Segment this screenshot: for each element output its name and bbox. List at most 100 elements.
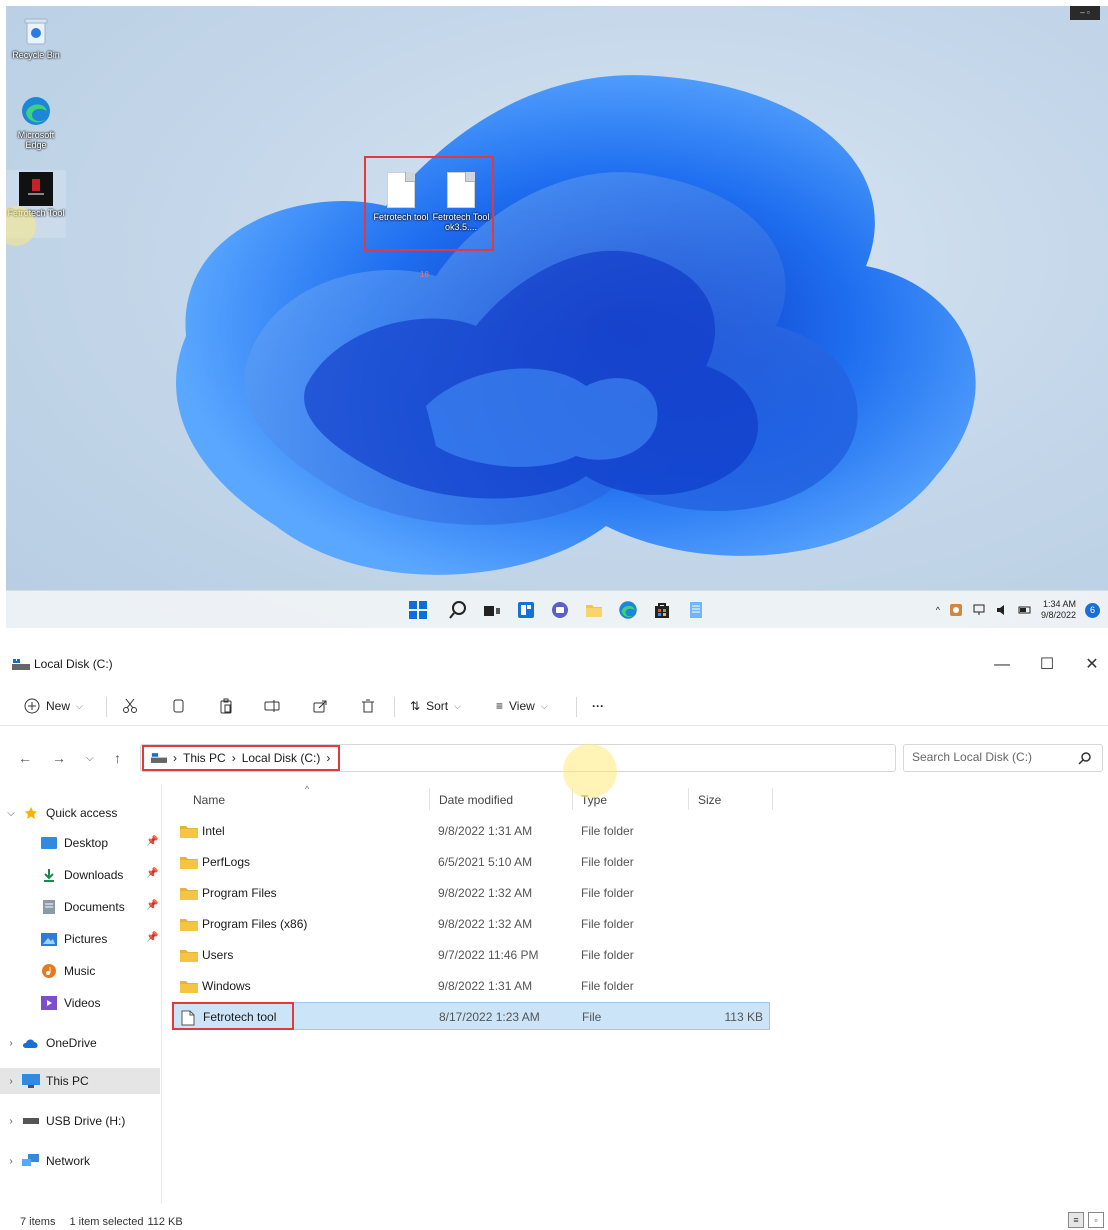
breadcrumb-this-pc[interactable]: This PC: [183, 751, 226, 765]
sidebar-item-pictures[interactable]: Pictures 📌: [0, 926, 160, 952]
search-icon[interactable]: [1078, 751, 1092, 765]
notepad-button[interactable]: [684, 598, 708, 622]
fetrotech-app-icon: [19, 172, 53, 206]
column-divider[interactable]: [688, 788, 689, 810]
chevron-right-icon[interactable]: ›: [0, 1038, 22, 1049]
minimize-button[interactable]: —: [982, 652, 1022, 678]
file-name: Intel: [202, 824, 225, 838]
cut-button[interactable]: [122, 694, 138, 718]
desktop-icon-label: Recycle Bin: [12, 50, 60, 60]
search-icon: [449, 601, 466, 619]
paste-button[interactable]: [218, 694, 234, 718]
taskbar-search-button[interactable]: [446, 598, 470, 622]
column-header-date-modified[interactable]: Date modified: [439, 793, 513, 807]
file-name: Program Files: [202, 886, 277, 900]
file-date: 9/8/2022 1:32 AM: [438, 886, 533, 900]
scissors-icon: [123, 698, 137, 713]
table-row[interactable]: Program Files (x86) 9/8/2022 1:32 AM Fil…: [172, 910, 770, 938]
sidebar-item-videos[interactable]: Videos: [0, 990, 160, 1016]
sidebar-item-label: USB Drive (H:): [46, 1114, 126, 1128]
forward-arrow-icon[interactable]: →: [52, 750, 66, 766]
sidebar-item-label: Pictures: [64, 932, 108, 946]
store-button[interactable]: [650, 598, 674, 622]
delete-button[interactable]: [360, 694, 376, 718]
task-view-button[interactable]: [480, 598, 504, 622]
file-type: File: [582, 1010, 602, 1024]
new-button[interactable]: New ⌵: [24, 694, 83, 718]
sidebar-item-onedrive[interactable]: › OneDrive: [0, 1030, 160, 1056]
up-arrow-icon[interactable]: ↑: [114, 750, 121, 766]
taskbar-clock[interactable]: 1:34 AM 9/8/2022: [1041, 599, 1076, 621]
column-header-name[interactable]: Name: [193, 793, 225, 807]
annotation-highlight-box: [364, 156, 494, 251]
sidebar-item-music[interactable]: Music: [0, 958, 160, 984]
pin-icon[interactable]: 📌: [146, 868, 158, 879]
desktop-icon-recycle-bin[interactable]: Recycle Bin: [6, 14, 66, 60]
chevron-down-icon: ⌵: [540, 700, 548, 711]
sidebar-item-network[interactable]: › Network: [0, 1148, 160, 1174]
rename-button[interactable]: [264, 694, 280, 718]
sidebar-item-documents[interactable]: Documents 📌: [0, 894, 160, 920]
close-button[interactable]: ✕: [1072, 652, 1108, 678]
table-row[interactable]: Users 9/7/2022 11:46 PM File folder: [172, 941, 770, 969]
chevron-down-icon[interactable]: ⌵: [0, 808, 22, 819]
command-bar: New ⌵ ⇅ Sort ⌵ ≡ View ⌵ ···: [0, 686, 1108, 726]
picture-icon: [40, 931, 58, 947]
column-header-size[interactable]: Size: [698, 793, 721, 807]
view-button[interactable]: ≡ View ⌵: [496, 694, 548, 718]
breadcrumb-separator[interactable]: ›: [326, 751, 330, 765]
table-row[interactable]: Windows 9/8/2022 1:31 AM File folder: [172, 972, 770, 1000]
sidebar-item-quick-access[interactable]: ⌵ Quick access: [0, 800, 160, 826]
table-row[interactable]: PerfLogs 6/5/2021 5:10 AM File folder: [172, 848, 770, 876]
battery-icon[interactable]: [1018, 603, 1032, 617]
network-icon[interactable]: [972, 603, 986, 617]
star-icon: [22, 805, 40, 821]
chevron-down-icon: ⌵: [454, 700, 461, 711]
copy-button[interactable]: [170, 694, 186, 718]
sort-button[interactable]: ⇅ Sort ⌵: [410, 694, 461, 718]
table-row[interactable]: Intel 9/8/2022 1:31 AM File folder: [172, 817, 770, 845]
usb-drive-icon: [22, 1113, 40, 1129]
pin-icon[interactable]: 📌: [146, 900, 158, 911]
chevron-right-icon[interactable]: ›: [0, 1156, 22, 1167]
title-bar[interactable]: Local Disk (C:) — ☐ ✕: [0, 646, 1108, 682]
edge-taskbar-button[interactable]: [616, 598, 640, 622]
breadcrumb-local-disk[interactable]: Local Disk (C:): [242, 751, 321, 765]
volume-icon[interactable]: [995, 603, 1009, 617]
window-control-strip[interactable]: – ▫: [1070, 6, 1100, 20]
copy-icon: [173, 699, 184, 713]
details-view-icon[interactable]: ≡: [1068, 1212, 1084, 1228]
desktop-screenshot: – ▫ Recycle Bin Microsoft Edge Fetrotech…: [6, 6, 1108, 628]
file-explorer-button[interactable]: [582, 598, 606, 622]
sidebar-item-desktop[interactable]: Desktop 📌: [0, 830, 160, 856]
tray-overflow-chevron[interactable]: ^: [936, 605, 940, 615]
share-button[interactable]: [312, 694, 328, 718]
chevron-right-icon[interactable]: ›: [0, 1076, 22, 1087]
recent-locations-chevron-icon[interactable]: ⌵: [86, 753, 94, 764]
tiles-view-icon[interactable]: ▫: [1088, 1212, 1104, 1228]
notification-badge[interactable]: 6: [1085, 602, 1100, 618]
address-bar[interactable]: › This PC › Local Disk (C:) › ⌵ ↻: [140, 744, 1021, 772]
defender-icon[interactable]: [949, 603, 963, 617]
chat-button[interactable]: [548, 598, 572, 622]
table-row[interactable]: Program Files 9/8/2022 1:32 AM File fold…: [172, 879, 770, 907]
more-options-button[interactable]: ···: [592, 694, 604, 718]
pin-icon[interactable]: 📌: [146, 932, 158, 943]
sidebar-item-this-pc[interactable]: › This PC: [0, 1068, 160, 1094]
column-divider[interactable]: [772, 788, 773, 810]
edge-icon: [19, 94, 53, 128]
start-button[interactable]: [406, 598, 430, 622]
column-divider[interactable]: [429, 788, 430, 810]
pin-icon[interactable]: 📌: [146, 836, 158, 847]
window-title: Local Disk (C:): [34, 657, 113, 671]
chevron-right-icon[interactable]: ›: [0, 1116, 22, 1127]
sidebar-item-downloads[interactable]: Downloads 📌: [0, 862, 160, 888]
sidebar-item-usb-drive[interactable]: › USB Drive (H:): [0, 1108, 160, 1134]
search-input[interactable]: [912, 750, 1072, 764]
back-arrow-icon[interactable]: ←: [18, 750, 32, 766]
desktop-icon-microsoft-edge[interactable]: Microsoft Edge: [6, 94, 66, 150]
maximize-button[interactable]: ☐: [1027, 652, 1067, 678]
file-date: 6/5/2021 5:10 AM: [438, 855, 533, 869]
widgets-button[interactable]: [514, 598, 538, 622]
search-box[interactable]: [903, 744, 1103, 772]
